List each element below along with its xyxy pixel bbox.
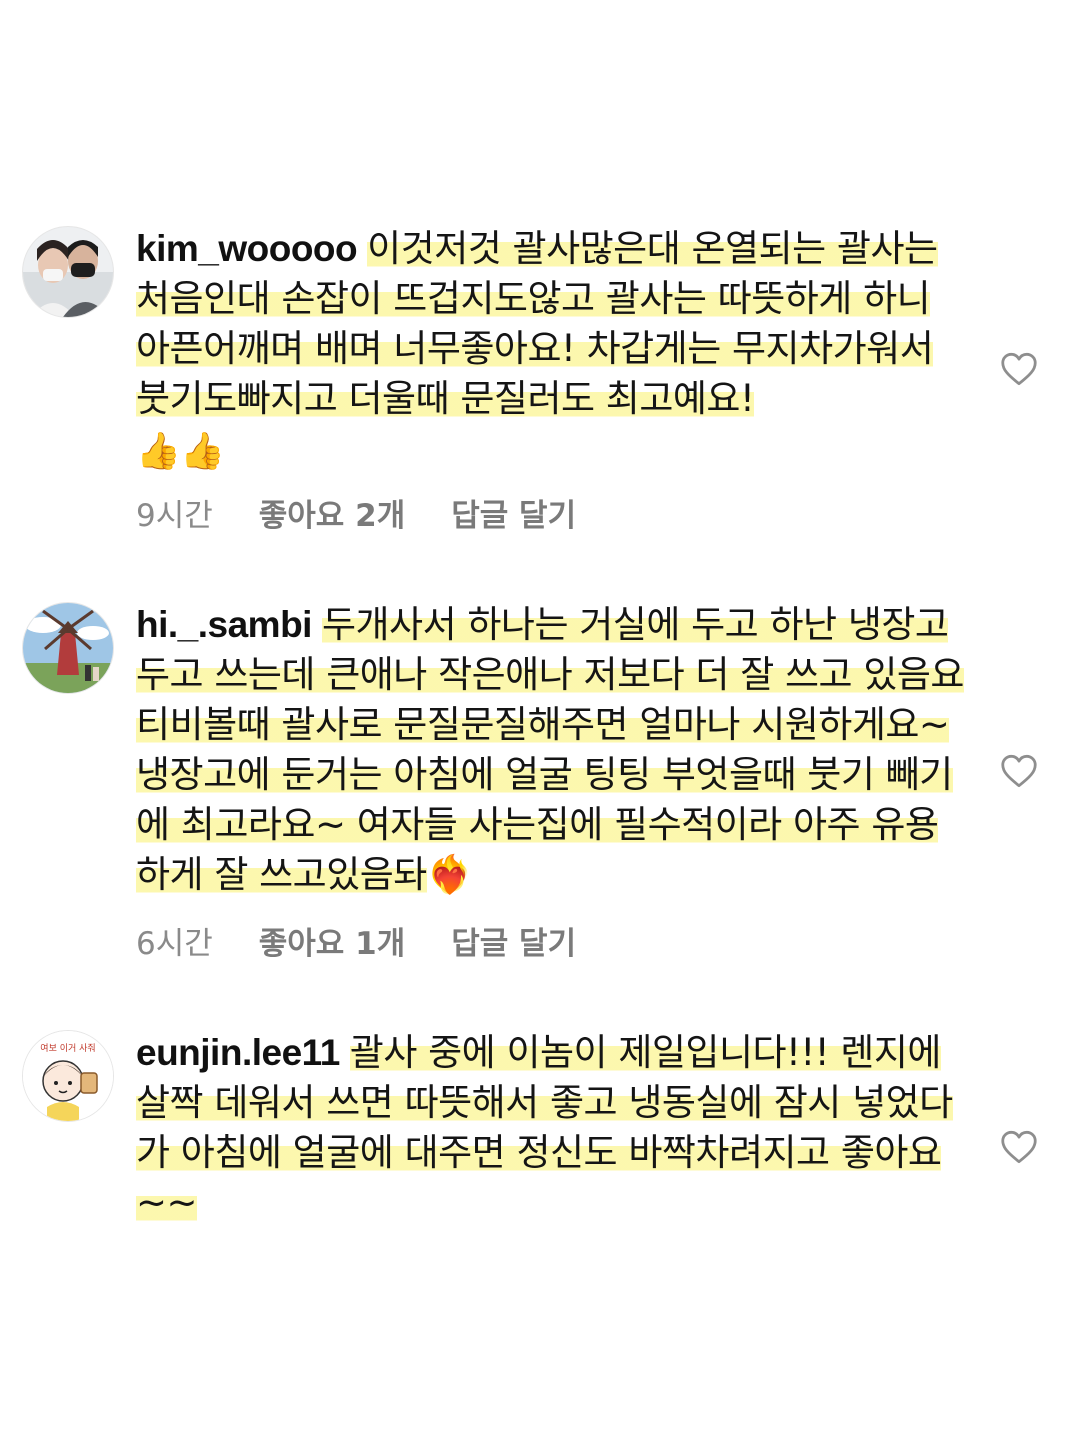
comment-body: kim_wooooo 이것저것 괄사많은대 온열되는 괄사는 처음인대 손잡이 뜨… <box>136 224 966 480</box>
comment-time: 9시간 <box>136 498 213 534</box>
heart-on-fire-emoji: ❤️‍🔥 <box>426 853 473 896</box>
comment-text: 두개사서 하나는 거실에 두고 하난 냉장고 두고 쓰는데 큰애나 작은애나 저… <box>136 603 964 896</box>
reply-button[interactable]: 답글 달기 <box>451 918 576 963</box>
like-button[interactable] <box>1000 352 1038 386</box>
avatar-caption: 여보 이거 사줘 <box>40 1042 95 1054</box>
cartoon-character-avatar-icon: 여보 이거 사줘 <box>23 1031 113 1121</box>
like-button[interactable] <box>1000 754 1038 788</box>
heart-outline-icon <box>1001 352 1037 386</box>
comment-username[interactable]: kim_wooooo <box>136 228 358 269</box>
like-count-button[interactable]: 좋아요 2개 <box>259 490 405 535</box>
heart-outline-icon <box>1001 1130 1037 1164</box>
comments-screen: kim_wooooo 이것저것 괄사많은대 온열되는 괄사는 처음인대 손잡이 뜨… <box>0 0 1080 1439</box>
comment-body: hi._.sambi 두개사서 하나는 거실에 두고 하난 냉장고 두고 쓰는데 … <box>136 600 966 900</box>
comment-time: 6시간 <box>136 926 213 962</box>
reply-button[interactable]: 답글 달기 <box>451 490 576 535</box>
heart-outline-icon <box>1001 754 1037 788</box>
comment-meta: 6시간 좋아요 1개 답글 달기 <box>136 918 576 963</box>
avatar[interactable]: 여보 이거 사줘 <box>22 1030 114 1122</box>
like-count-button[interactable]: 좋아요 1개 <box>259 918 405 963</box>
couple-photo-avatar-icon <box>23 227 113 317</box>
windmill-photo-avatar-icon <box>23 603 113 693</box>
like-button[interactable] <box>1000 1130 1038 1164</box>
comment-body: eunjin.lee11 괄사 중에 이놈이 제일입니다!!! 렌지에 살짝 데워… <box>136 1028 966 1228</box>
comment-meta: 9시간 좋아요 2개 답글 달기 <box>136 490 576 535</box>
thumbs-up-emoji: 👍👍 <box>136 431 225 472</box>
avatar[interactable] <box>22 226 114 318</box>
avatar[interactable] <box>22 602 114 694</box>
comment-username[interactable]: eunjin.lee11 <box>136 1032 340 1073</box>
comment-username[interactable]: hi._.sambi <box>136 604 312 645</box>
